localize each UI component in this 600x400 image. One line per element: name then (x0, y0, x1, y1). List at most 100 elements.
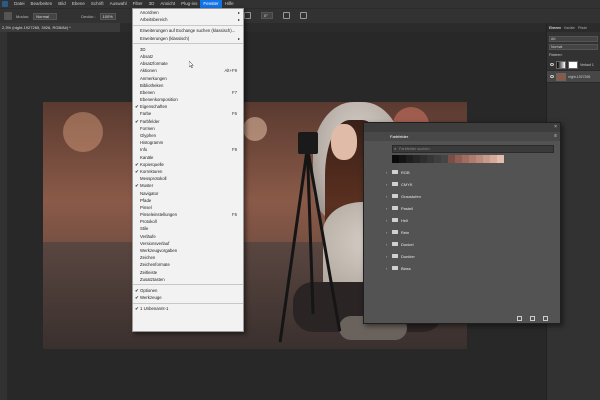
menu-item-messprotokoll[interactable]: Messprotokoll (133, 175, 243, 182)
menu-bearbeiten[interactable]: Bearbeiten (28, 0, 56, 8)
menu-item-absatzformate[interactable]: Absatzformate (133, 60, 243, 67)
menu-item-protokoll[interactable]: Protokoll (133, 218, 243, 225)
layer-row-night[interactable]: night-1927265 (547, 71, 600, 83)
chevron-right-icon[interactable]: › (386, 170, 387, 175)
menu-item-1-unbenannt-1[interactable]: ✔ 1 Unbenannt-1 (133, 305, 243, 312)
document-tab[interactable]: 2,3% (night-1927265, 3926, RGB/8#) * (0, 23, 120, 32)
panel-menu-icon[interactable]: ≡ (554, 133, 557, 139)
menu-item-pinseleinstellungen[interactable]: Pinseleinstellungen F5 (133, 211, 243, 218)
visibility-eye-icon[interactable] (550, 63, 554, 66)
swatch-group-graustufen[interactable]: › Graustufen (364, 190, 560, 202)
menu-item-zusatztasten[interactable]: Zusatztasten (133, 276, 243, 283)
recent-swatch[interactable] (469, 155, 476, 163)
menu-item-formen[interactable]: Formen (133, 125, 243, 132)
menu-item-anordnen[interactable]: Anordnen ▸ (133, 9, 243, 16)
recent-swatch[interactable] (406, 155, 413, 163)
menu-item-eigenschaften[interactable]: ✔ Eigenschaften (133, 103, 243, 110)
menu-item-info[interactable]: Info F8 (133, 146, 243, 153)
menu-item-aktionen[interactable]: Aktionen Alt+F9 (133, 67, 243, 74)
chevron-right-icon[interactable]: › (386, 254, 387, 259)
layer-row-verlauf[interactable]: Verlauf 1 (547, 59, 600, 71)
swatches-search-input[interactable]: ⌕ Farbfelder suchen (392, 145, 554, 153)
menu-bild[interactable]: Bild (55, 0, 69, 8)
menu-item-anmerkungen[interactable]: Anmerkungen (133, 75, 243, 82)
swatch-group-dunkler[interactable]: › Dunkler (364, 250, 560, 262)
tab-pfade[interactable]: Pfade (578, 26, 587, 30)
recent-swatch[interactable] (448, 155, 455, 163)
new-group-icon[interactable] (517, 316, 522, 321)
layer-filter-select[interactable]: Art (549, 36, 598, 42)
chevron-right-icon[interactable]: › (386, 230, 387, 235)
menu-item-farbfelder[interactable]: ✔ Farbfelder (133, 118, 243, 125)
pressure-opacity-icon[interactable] (244, 12, 251, 19)
recent-swatch[interactable] (413, 155, 420, 163)
menu-item-erweiterungen-auf-exchange-suchen-klassisch[interactable]: Erweiterungen auf Exchange suchen (klass… (133, 27, 243, 34)
chevron-right-icon[interactable]: › (386, 266, 387, 271)
menu-hilfe[interactable]: Hilfe (222, 0, 237, 8)
menu-item-kanäle[interactable]: Kanäle (133, 154, 243, 161)
menu-item-navigator[interactable]: Navigator (133, 190, 243, 197)
chevron-right-icon[interactable]: › (386, 206, 387, 211)
menu-item-histogramm[interactable]: Histogramm (133, 139, 243, 146)
tab-ebenen[interactable]: Ebenen (549, 26, 561, 30)
recent-swatch[interactable] (434, 155, 441, 163)
menu-3d[interactable]: 3D (146, 0, 158, 8)
menu-item-zeitleiste[interactable]: Zeitleiste (133, 269, 243, 276)
menu-item-versionsverlauf[interactable]: Versionsverlauf (133, 240, 243, 247)
menu-item-zeichenformate[interactable]: Zeichenformate (133, 261, 243, 268)
menu-item-muster[interactable]: ✔ Muster (133, 182, 243, 189)
menu-filter[interactable]: Filter (130, 0, 146, 8)
recent-swatch[interactable] (476, 155, 483, 163)
menu-item-optionen[interactable]: ✔ Optionen (133, 287, 243, 294)
recent-swatch[interactable] (490, 155, 497, 163)
chevron-right-icon[interactable]: › (386, 242, 387, 247)
swatch-group-rgb[interactable]: › RGB (364, 166, 560, 178)
menu-item-pfade[interactable]: Pfade (133, 197, 243, 204)
swatch-group-hell[interactable]: › Hell (364, 214, 560, 226)
menu-item-verläufe[interactable]: Verläufe (133, 233, 243, 240)
opacity-field[interactable]: 100% (99, 12, 116, 20)
menu-auswahl[interactable]: Auswahl (107, 0, 130, 8)
menu-item-kopierquelle[interactable]: ✔ Kopierquelle (133, 161, 243, 168)
recent-swatch[interactable] (483, 155, 490, 163)
menu-item-bibliotheken[interactable]: Bibliotheken (133, 82, 243, 89)
recent-swatch[interactable] (427, 155, 434, 163)
visibility-eye-icon[interactable] (550, 75, 554, 78)
menu-item-werkzeuge[interactable]: ✔ Werkzeuge (133, 294, 243, 301)
menu-item-erweiterungen-klassisch[interactable]: Erweiterungen (klassisch) ▸ (133, 35, 243, 42)
delete-icon[interactable] (543, 316, 548, 321)
menu-item-zeichen[interactable]: Zeichen (133, 254, 243, 261)
new-swatch-icon[interactable] (530, 316, 535, 321)
menu-item-glyphen[interactable]: Glyphen (133, 132, 243, 139)
angle-field[interactable]: 0° (261, 12, 273, 19)
menu-item-korrekturen[interactable]: ✔ Korrekturen (133, 168, 243, 175)
swatch-group-blass[interactable]: › Blass (364, 262, 560, 274)
brush-tool-preset-icon[interactable] (4, 12, 12, 20)
menu-item-werkzeugvorgaben[interactable]: Werkzeugvorgaben (133, 247, 243, 254)
pressure-size-icon[interactable] (283, 12, 290, 19)
photoshop-logo-icon[interactable] (2, 1, 8, 7)
swatches-panel-titlebar[interactable]: × (364, 123, 560, 132)
chevron-right-icon[interactable]: › (386, 182, 387, 187)
menu-fenster[interactable]: Fenster (200, 0, 222, 8)
close-icon[interactable]: × (554, 124, 557, 130)
recent-swatch[interactable] (462, 155, 469, 163)
menu-item-arbeitsbereich[interactable]: Arbeitsbereich ▸ (133, 16, 243, 23)
menu-item-absatz[interactable]: Absatz (133, 53, 243, 60)
swatch-group-rein[interactable]: › Rein (364, 226, 560, 238)
chevron-right-icon[interactable]: › (386, 194, 387, 199)
mode-select[interactable]: Normal (33, 12, 58, 20)
menu-plug-ins[interactable]: Plug-ins (178, 0, 200, 8)
recent-swatch[interactable] (455, 155, 462, 163)
menu-item-ebenen[interactable]: Ebenen F7 (133, 89, 243, 96)
recent-swatch[interactable] (399, 155, 406, 163)
blend-mode-select[interactable]: Normal (549, 44, 598, 50)
swatch-group-pastell[interactable]: › Pastell (364, 202, 560, 214)
recent-swatch[interactable] (420, 155, 427, 163)
swatch-group-cmyk[interactable]: › CMYK (364, 178, 560, 190)
swatch-group-dunkel[interactable]: › Dunkel (364, 238, 560, 250)
menu-item-farbe[interactable]: Farbe F6 (133, 110, 243, 117)
menu-item-stile[interactable]: Stile (133, 225, 243, 232)
menu-datei[interactable]: Datei (11, 0, 28, 8)
chevron-right-icon[interactable]: › (386, 218, 387, 223)
